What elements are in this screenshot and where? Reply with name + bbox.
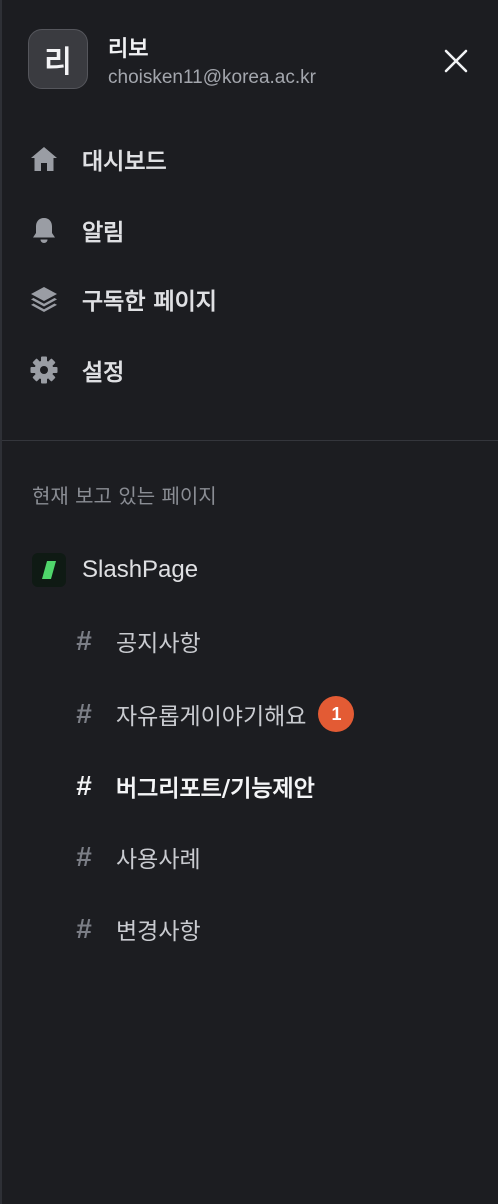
section-title: 현재 보고 있는 페이지 <box>32 484 217 508</box>
bell-icon <box>28 214 60 246</box>
nav-label: 구독한 페이지 <box>82 289 217 315</box>
hash-icon: # <box>76 913 92 944</box>
channel-label: 버그리포트/기능제안 <box>116 776 315 802</box>
hash-icon: # <box>76 698 92 729</box>
panel-left-border <box>0 0 2 1204</box>
channel-label: 공지사항 <box>116 631 201 657</box>
channel-label: 변경사항 <box>116 919 201 945</box>
home-icon <box>28 143 60 175</box>
nav-label: 설정 <box>82 360 125 386</box>
nav-item-settings[interactable]: 설정 <box>28 350 124 390</box>
nav-item-subscribed[interactable]: 구독한 페이지 <box>28 279 217 319</box>
channel-label: 사용사례 <box>116 847 201 873</box>
channel-item-changelog[interactable]: # 변경사항 <box>72 909 201 949</box>
nav-label: 알림 <box>82 220 125 246</box>
unread-badge: 1 <box>318 696 355 732</box>
layers-icon <box>28 283 60 315</box>
user-email: choisken11@korea.ac.kr <box>108 67 316 88</box>
channel-label: 자유롭게이야기해요 <box>116 704 307 730</box>
space-name: SlashPage <box>82 556 199 583</box>
hash-icon: # <box>76 770 92 801</box>
close-icon[interactable] <box>442 47 470 75</box>
gear-icon <box>28 354 60 386</box>
channel-item-bug-report[interactable]: # 버그리포트/기능제안 <box>72 766 315 806</box>
space-item[interactable]: SlashPage <box>32 550 198 590</box>
hash-icon: # <box>76 625 92 656</box>
channel-item-notices[interactable]: # 공지사항 <box>72 621 201 661</box>
nav-item-dashboard[interactable]: 대시보드 <box>28 139 167 179</box>
divider <box>2 440 498 441</box>
hash-icon: # <box>76 841 92 872</box>
slashpage-logo-icon <box>32 553 66 587</box>
user-name: 리보 <box>108 37 149 62</box>
channel-item-free-talk[interactable]: # 자유롭게이야기해요 1 <box>72 694 355 734</box>
nav-label: 대시보드 <box>82 149 167 175</box>
nav-item-notifications[interactable]: 알림 <box>28 210 124 250</box>
avatar[interactable]: 리 <box>28 29 88 89</box>
channel-item-use-cases[interactable]: # 사용사례 <box>72 837 201 877</box>
user-header: 리 리보 choisken11@korea.ac.kr <box>28 29 498 93</box>
